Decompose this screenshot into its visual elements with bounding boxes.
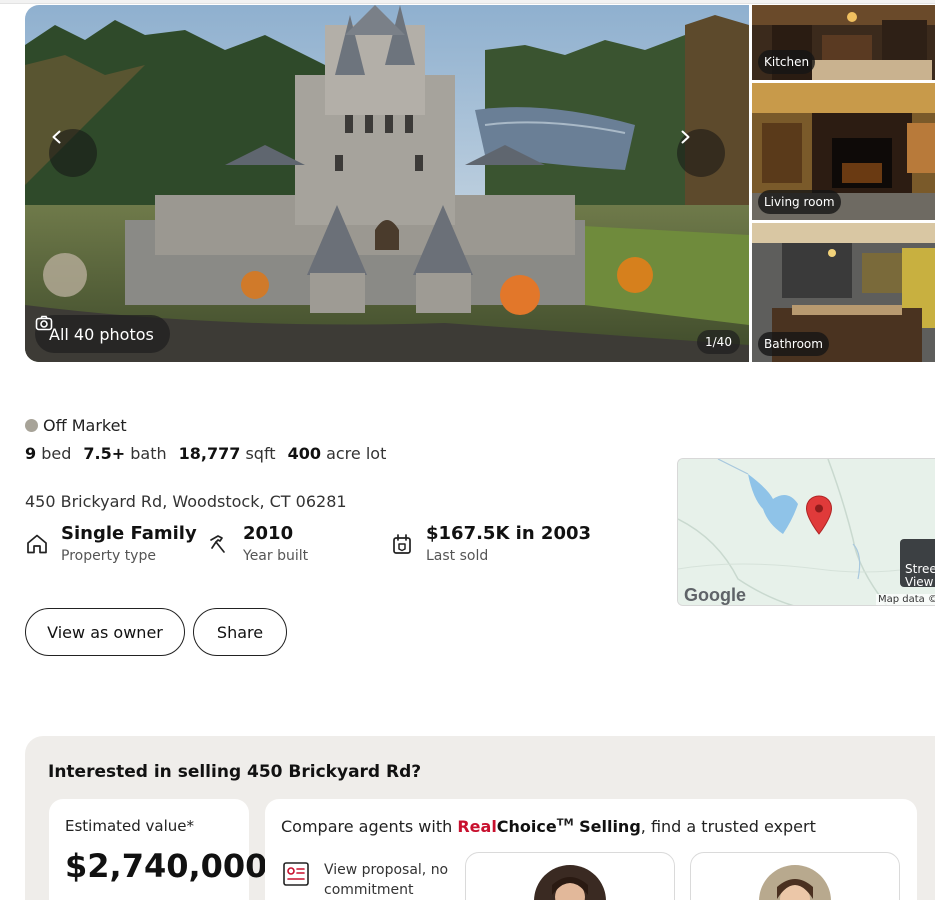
proposal-document-icon [283,862,309,886]
selling-title: Interested in selling 450 Brickyard Rd? [48,762,422,782]
calendar-tag-icon [393,534,411,554]
view-proposal-item[interactable]: View proposal, no commitment [282,860,464,900]
main-photo[interactable]: All 40 photos 1/40 [25,5,749,362]
browser-top-border [0,0,935,4]
hammer-icon [210,535,225,553]
all-photos-button[interactable]: All 40 photos [35,315,170,353]
fact-label: Year built [243,548,309,564]
listing-status: Off Market [25,416,127,435]
brand-tm: TM [556,817,574,829]
photo-counter: 1/40 [697,330,740,354]
house-icon [27,534,47,554]
chevron-right-icon [681,130,690,144]
next-photo-button[interactable] [677,129,725,177]
map-pin-icon [805,495,833,535]
fact-year-built: 2010 Year built [207,522,308,566]
fact-label: Property type [61,548,156,564]
thumbnail-kitchen[interactable]: Kitchen [752,5,935,80]
thumbnail-label: Living room [758,190,841,214]
estimated-value-card: Estimated value* $2,740,000 [49,799,267,900]
agent-card[interactable] [690,852,900,900]
estimate-value: $2,740,000 [65,847,268,885]
brand-selling: Selling [573,817,641,836]
fact-value: 2010 [243,523,294,544]
brand-real: Real [457,817,497,836]
google-logo: Google [684,585,746,605]
view-as-owner-button[interactable]: View as owner [25,608,185,656]
fact-property-type: Single Family Property type [25,522,197,566]
location-map[interactable]: Google Map data ©2 Street View [677,458,935,606]
thumbnail-label: Kitchen [758,50,816,74]
status-dot [25,419,38,432]
thumbnail-living-room[interactable]: Living room [752,83,935,220]
fact-label: Last sold [426,548,489,564]
agent-avatar [534,865,606,900]
chevron-left-icon [52,130,61,144]
property-specs: 9 bed 7.5+ bath 18,777 sqft 400 acre lot [25,444,386,463]
street-view-button[interactable]: Street View [900,539,935,587]
lot-spec: 400 acre lot [287,444,387,463]
camera-icon [35,315,53,331]
proposal-text: View proposal, no commitment [324,862,449,898]
agent-card[interactable] [465,852,675,900]
compare-agents-title: Compare agents with RealChoiceTM Selling… [281,817,816,836]
agent-photo [759,865,831,900]
sqft-spec: 18,777 sqft [178,444,276,463]
status-text: Off Market [43,416,127,435]
estimate-label: Estimated value* [65,817,195,835]
share-button[interactable]: Share [193,608,287,656]
fact-value: $167.5K in 2003 [426,523,592,544]
castle-photo [25,5,749,362]
street-view-label: Street View [905,562,935,588]
fact-last-sold: $167.5K in 2003 Last sold [390,522,591,566]
agent-photo [534,865,606,900]
map-data-attribution: Map data ©2 [876,594,935,605]
all-photos-label: All 40 photos [49,324,154,344]
property-address: 450 Brickyard Rd, Woodstock, CT 06281 [25,492,347,511]
thumbnail-bathroom[interactable]: Bathroom [752,223,935,362]
thumbnail-label: Bathroom [758,332,829,356]
previous-photo-button[interactable] [49,129,97,177]
fact-value: Single Family [61,523,197,544]
beds-spec: 9 bed [25,444,72,463]
baths-spec: 7.5+ bath [83,444,167,463]
brand-choice: Choice [496,817,557,836]
agent-avatar [759,865,831,900]
